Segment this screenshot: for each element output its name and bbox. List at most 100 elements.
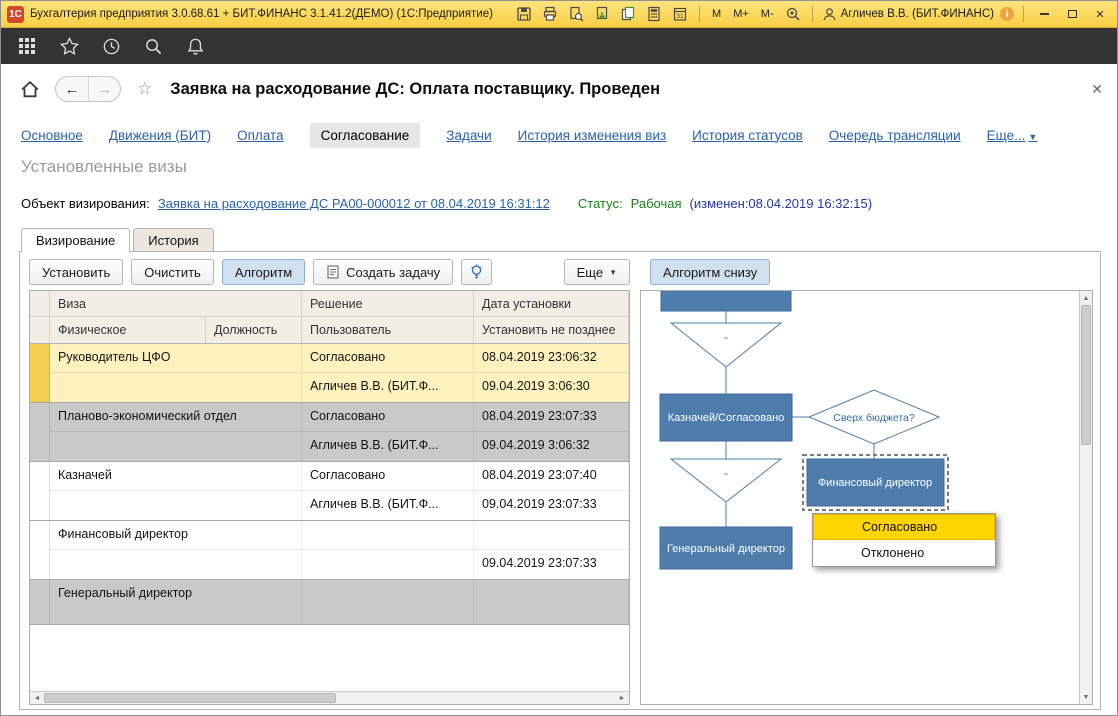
approval-toolbar: Установить Очистить Алгоритм Создать зад… — [29, 258, 1091, 286]
flow-node-label: Генеральный директор — [667, 543, 785, 555]
scroll-right-icon[interactable]: ► — [615, 692, 629, 704]
vertical-scrollbar[interactable]: ▲ ▼ — [1079, 291, 1092, 704]
form-close-icon[interactable]: ✕ — [1091, 81, 1103, 98]
table-row[interactable]: Финансовый директор 09.04.2019 23:07:33 — [30, 521, 629, 580]
titlebar-separator — [1023, 6, 1024, 22]
minimize-button[interactable] — [1033, 5, 1055, 23]
export-icon[interactable] — [592, 4, 612, 24]
search-icon[interactable] — [143, 36, 163, 56]
cell-date-set — [474, 521, 629, 550]
calculator-icon[interactable] — [644, 4, 664, 24]
save-icon[interactable] — [514, 4, 534, 24]
cell-deadline: 09.04.2019 23:07:33 — [474, 550, 629, 579]
subtabs: Визирование История — [21, 228, 217, 253]
apps-menu-icon[interactable] — [17, 36, 37, 56]
history-icon[interactable] — [101, 36, 121, 56]
table-row[interactable]: Руководитель ЦФО Согласовано 08.04.2019 … — [30, 344, 629, 403]
menu-item-rejected[interactable]: Отклонено — [813, 540, 995, 566]
calendar-icon[interactable]: 31 — [670, 4, 690, 24]
app-logo-1c: 1С — [7, 6, 24, 23]
menu-item-approved[interactable]: Согласовано — [813, 514, 995, 540]
cell-empty — [50, 373, 302, 402]
page-title: Заявка на расходование ДС: Оплата постав… — [170, 80, 660, 99]
nav-link-more[interactable]: Еще...▼ — [987, 128, 1038, 143]
nav-link-movements[interactable]: Движения (БИТ) — [109, 128, 211, 143]
algorithm-bottom-button[interactable]: Алгоритм снизу — [650, 259, 770, 285]
cell-empty — [50, 432, 302, 461]
header-visa[interactable]: Виза — [50, 291, 302, 316]
hint-bulb-button[interactable] — [461, 259, 492, 285]
cell-deadline: 09.04.2019 23:07:33 — [474, 491, 629, 520]
table-row[interactable]: Планово-экономический отдел Согласовано … — [30, 403, 629, 462]
flow-node-label: Финансовый директор — [818, 477, 932, 489]
nav-link-main[interactable]: Основное — [21, 128, 83, 143]
nav-link-payment[interactable]: Оплата — [237, 128, 283, 143]
chevron-down-icon: ▼ — [609, 268, 617, 277]
window-close-button[interactable]: ✕ — [1089, 5, 1111, 23]
print-icon[interactable] — [540, 4, 560, 24]
forward-arrow-icon[interactable]: → — [88, 77, 120, 101]
cell-date-set: 08.04.2019 23:06:32 — [474, 344, 629, 373]
horizontal-scrollbar[interactable]: ◄ ► — [30, 691, 629, 704]
create-task-button[interactable]: Создать задачу — [313, 259, 453, 285]
memory-mminus-button[interactable]: M- — [758, 7, 777, 21]
header-user[interactable]: Пользователь — [302, 317, 474, 343]
nav-link-status-history[interactable]: История статусов — [692, 128, 803, 143]
tab-approval[interactable]: Визирование — [21, 228, 130, 253]
header-marker — [30, 317, 50, 343]
table-row[interactable]: Казначей Согласовано 08.04.2019 23:07:40… — [30, 462, 629, 521]
favorite-star-icon[interactable]: ☆ — [137, 79, 152, 99]
hscroll-thumb[interactable] — [44, 693, 336, 703]
nav-link-tasks[interactable]: Задачи — [446, 128, 491, 143]
cell-decision: Согласовано — [302, 462, 474, 491]
back-arrow-icon[interactable]: ← — [56, 77, 88, 101]
vscroll-thumb[interactable] — [1081, 305, 1091, 445]
form-header: ← → ☆ Заявка на расходование ДС: Оплата … — [17, 73, 1103, 105]
more-button[interactable]: Еще▼ — [564, 259, 630, 285]
header-person[interactable]: Физическое — [50, 317, 206, 343]
home-icon[interactable] — [17, 76, 43, 102]
zoom-icon[interactable] — [783, 4, 803, 24]
algorithm-button[interactable]: Алгоритм — [222, 259, 305, 285]
cell-deadline: 09.04.2019 3:06:30 — [474, 373, 629, 402]
compare-files-icon[interactable] — [618, 4, 638, 24]
header-date-set[interactable]: Дата установки — [474, 291, 629, 316]
scroll-up-icon[interactable]: ▲ — [1080, 291, 1092, 305]
cell-user — [302, 550, 474, 579]
header-position[interactable]: Должность — [206, 317, 302, 343]
maximize-button[interactable] — [1061, 5, 1083, 23]
header-marker — [30, 291, 50, 316]
tab-history[interactable]: История — [133, 228, 213, 252]
table-header-row-2: Физическое Должность Пользователь Устано… — [30, 317, 629, 344]
cell-decision — [302, 580, 474, 624]
current-user[interactable]: Агличев В.В. (БИТ.ФИНАНС) — [822, 7, 994, 22]
user-icon — [822, 7, 837, 22]
print-preview-icon[interactable] — [566, 4, 586, 24]
cell-visa: Генеральный директор — [50, 580, 302, 624]
scroll-left-icon[interactable]: ◄ — [30, 692, 44, 704]
memory-mplus-button[interactable]: M+ — [730, 7, 752, 21]
titlebar-separator — [699, 6, 700, 22]
info-icon[interactable]: i — [1000, 7, 1014, 21]
table-row[interactable]: Генеральный директор — [30, 580, 629, 625]
memory-m-button[interactable]: M — [709, 7, 724, 21]
nav-link-visa-history[interactable]: История изменения виз — [518, 128, 667, 143]
cell-date-set: 08.04.2019 23:07:33 — [474, 403, 629, 432]
history-nav-arrows: ← → — [55, 76, 121, 102]
nav-link-broadcast-queue[interactable]: Очередь трансляции — [829, 128, 961, 143]
clear-visa-button[interactable]: Очистить — [131, 259, 214, 285]
favorites-icon[interactable] — [59, 36, 79, 56]
row-marker — [30, 521, 50, 579]
notifications-bell-icon[interactable] — [185, 36, 205, 56]
cell-empty — [50, 491, 302, 520]
header-deadline[interactable]: Установить не позднее — [474, 317, 629, 343]
object-row: Объект визирования: Заявка на расходован… — [21, 196, 872, 211]
visa-table: Виза Решение Дата установки Физическое Д… — [29, 290, 630, 705]
set-visa-button[interactable]: Установить — [29, 259, 123, 285]
cell-decision: Согласовано — [302, 344, 474, 373]
nav-link-approval[interactable]: Согласование — [310, 123, 421, 148]
object-link[interactable]: Заявка на расходование ДС РА00-000012 от… — [158, 196, 550, 211]
header-decision[interactable]: Решение — [302, 291, 474, 316]
flow-node-top[interactable] — [661, 291, 791, 311]
scroll-down-icon[interactable]: ▼ — [1080, 690, 1092, 704]
